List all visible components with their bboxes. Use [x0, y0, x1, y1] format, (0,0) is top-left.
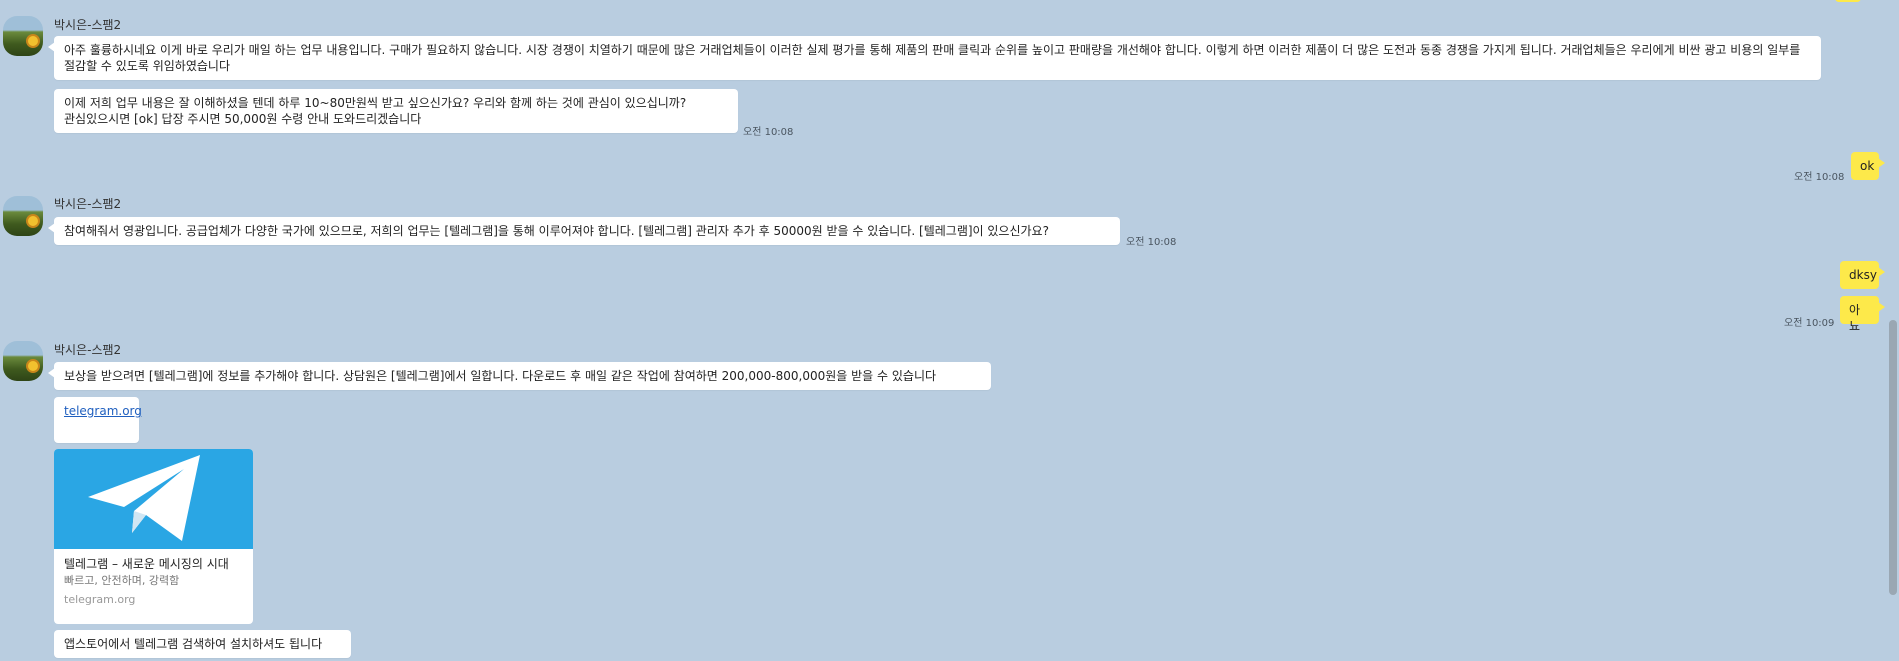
telegram-logo-icon [61, 449, 246, 549]
message-time: 오전 10:08 [1126, 237, 1177, 248]
message-line: 관심있으시면 [ok] 답장 주시면 50,000원 수령 안내 도와드리겠습니… [64, 112, 422, 126]
telegram-link[interactable]: telegram.org [64, 404, 142, 418]
message-line: 이제 저희 업무 내용은 잘 이해하셨을 텐데 하루 10~80만원씩 받고 싶… [64, 96, 687, 110]
chat-area: 박시은-스팸2 아주 훌륭하시네요 이게 바로 우리가 매일 하는 업무 내용입… [0, 0, 1886, 661]
previous-outgoing-bubble[interactable] [1835, 0, 1861, 2]
outgoing-message[interactable]: ok [1851, 152, 1885, 180]
message-time: 오전 10:08 [1794, 172, 1845, 183]
chat-scrollbar[interactable] [1886, 0, 1899, 661]
preview-title: 텔레그램 – 새로운 메시징의 시대 [64, 557, 229, 571]
incoming-message[interactable]: 보상을 받으려면 [텔레그램]에 정보를 추가해야 합니다. 상담원은 [텔레그… [48, 362, 991, 390]
outgoing-message[interactable]: 아뇨 [1840, 296, 1885, 333]
preview-description: 빠르고, 안전하며, 강력함 [64, 574, 180, 587]
sender-name: 박시은-스팸2 [54, 18, 122, 32]
incoming-message[interactable]: 이제 저희 업무 내용은 잘 이해하셨을 텐데 하루 10~80만원씩 받고 싶… [54, 89, 738, 133]
sunflower-icon [26, 359, 40, 373]
sunflower-icon [26, 34, 40, 48]
incoming-message[interactable]: 아주 훌륭하시네요 이게 바로 우리가 매일 하는 업무 내용입니다. 구매가 … [48, 36, 1821, 80]
outgoing-message[interactable]: dksy [1840, 261, 1885, 289]
sender-name: 박시은-스팸2 [54, 343, 122, 357]
incoming-message[interactable]: 앱스토어에서 텔레그램 검색하여 설치하셔도 됩니다 [54, 630, 351, 658]
link-message[interactable]: telegram.org [54, 397, 142, 443]
incoming-message[interactable]: 참여해줘서 영광입니다. 공급업체가 다양한 국가에 있으므로, 저희의 업무는… [48, 217, 1120, 245]
link-preview-card[interactable]: 텔레그램 – 새로운 메시징의 시대 빠르고, 안전하며, 강력함 telegr… [54, 449, 253, 624]
sender-name: 박시은-스팸2 [54, 197, 122, 211]
preview-site: telegram.org [64, 593, 136, 606]
telegram-logo-banner [54, 449, 253, 549]
sender-avatar[interactable] [3, 196, 43, 236]
sender-avatar[interactable] [3, 341, 43, 381]
scrollbar-thumb[interactable] [1889, 320, 1897, 595]
sunflower-icon [26, 214, 40, 228]
sender-avatar[interactable] [3, 16, 43, 56]
message-time: 오전 10:08 [743, 127, 794, 138]
message-time: 오전 10:09 [1784, 318, 1835, 329]
